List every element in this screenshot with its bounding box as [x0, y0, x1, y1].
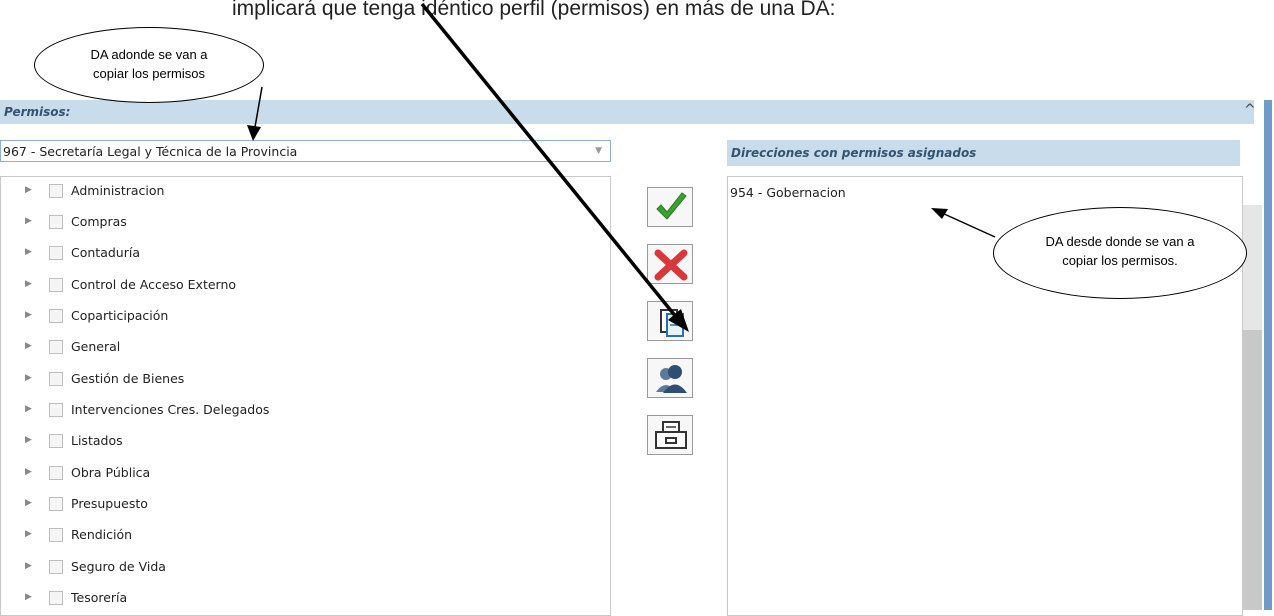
da-select-value: 967 - Secretaría Legal y Técnica de la P…: [3, 144, 298, 159]
expand-arrow-icon[interactable]: ▶: [25, 529, 32, 539]
permissions-tree: ▶ Administracion ▶ Compras ▶ Contaduría …: [0, 176, 611, 616]
tree-item[interactable]: ▶ Presupuesto: [1, 490, 601, 520]
expand-arrow-icon[interactable]: ▶: [25, 435, 32, 445]
tree-item-label: Gestión de Bienes: [71, 371, 185, 386]
expand-arrow-icon[interactable]: ▶: [25, 310, 32, 320]
checkbox[interactable]: [49, 215, 63, 229]
scroll-up-icon[interactable]: ^: [1244, 102, 1256, 118]
copy-permissions-button[interactable]: [647, 301, 693, 341]
checkbox[interactable]: [49, 560, 63, 574]
tree-item-label: Presupuesto: [71, 496, 148, 511]
left-callout-line2: copiar los permisos: [93, 66, 205, 81]
expand-arrow-icon[interactable]: ▶: [25, 279, 32, 289]
assigned-directions-title: Direcciones con permisos asignados: [731, 146, 977, 160]
tree-item-label: Listados: [71, 433, 123, 448]
tree-item[interactable]: ▶ Administracion: [1, 177, 601, 207]
tree-item[interactable]: ▶ Gestión de Bienes: [1, 365, 601, 395]
checkbox[interactable]: [49, 591, 63, 605]
tree-item-label: Control de Acceso Externo: [71, 277, 237, 292]
checkbox[interactable]: [49, 278, 63, 292]
print-icon: [655, 421, 687, 449]
users-icon: [656, 365, 687, 393]
tree-item[interactable]: ▶ Coparticipación: [1, 302, 601, 332]
chevron-down-icon[interactable]: ▼: [595, 146, 602, 156]
left-callout: DA adonde se van a copiar los permisos: [34, 27, 264, 103]
tree-item-label: Contaduría: [71, 245, 140, 260]
expand-arrow-icon[interactable]: ▶: [25, 592, 32, 602]
checkbox[interactable]: [49, 184, 63, 198]
checkbox[interactable]: [49, 528, 63, 542]
expand-arrow-icon[interactable]: ▶: [25, 373, 32, 383]
checkbox[interactable]: [49, 340, 63, 354]
left-callout-line1: DA adonde se van a: [90, 47, 208, 62]
right-callout-line1: DA desde donde se van a: [1045, 234, 1195, 249]
checkbox[interactable]: [49, 497, 63, 511]
expand-arrow-icon[interactable]: ▶: [25, 498, 32, 508]
expand-arrow-icon[interactable]: ▶: [25, 247, 32, 257]
tree-item-label: Coparticipación: [71, 308, 169, 323]
expand-arrow-icon[interactable]: ▶: [25, 404, 32, 414]
close-icon: [654, 249, 688, 281]
tree-item-label: Tesorería: [71, 590, 128, 605]
checkmark-icon: [656, 192, 687, 220]
right-callout-line2: copiar los permisos.: [1062, 253, 1178, 268]
expand-arrow-icon[interactable]: ▶: [25, 341, 32, 351]
assigned-directions-header: Direcciones con permisos asignados: [727, 140, 1240, 166]
da-select[interactable]: 967 - Secretaría Legal y Técnica de la P…: [0, 140, 611, 162]
scrollbar-thumb[interactable]: [1242, 330, 1262, 610]
expand-arrow-icon[interactable]: ▶: [25, 467, 32, 477]
tree-item[interactable]: ▶ Intervenciones Cres. Delegados: [1, 396, 601, 426]
tree-item[interactable]: ▶ Obra Pública: [1, 459, 601, 489]
tree-item-label: Compras: [71, 214, 127, 229]
tree-item-label: Obra Pública: [71, 465, 151, 480]
list-item[interactable]: 954 - Gobernacion: [730, 185, 846, 200]
confirm-button[interactable]: [647, 187, 693, 227]
delete-button[interactable]: [647, 244, 693, 284]
print-button[interactable]: [647, 415, 693, 455]
permissions-title: Permisos:: [4, 105, 71, 119]
tree-item[interactable]: ▶ General: [1, 333, 601, 363]
expand-arrow-icon[interactable]: ▶: [25, 216, 32, 226]
tree-item-label: Administracion: [71, 183, 165, 198]
checkbox[interactable]: [49, 246, 63, 260]
tree-item[interactable]: ▶ Control de Acceso Externo: [1, 271, 601, 301]
users-button[interactable]: [647, 358, 693, 398]
checkbox[interactable]: [49, 466, 63, 480]
right-callout: DA desde donde se van a copiar los permi…: [993, 207, 1247, 299]
checkbox[interactable]: [49, 403, 63, 417]
checkbox[interactable]: [49, 372, 63, 386]
tree-item-label: General: [71, 339, 121, 354]
copy-document-icon: [660, 309, 684, 337]
tree-item[interactable]: ▶ Compras: [1, 208, 601, 238]
tree-item[interactable]: ▶ Listados: [1, 427, 601, 457]
checkbox[interactable]: [49, 434, 63, 448]
tree-item[interactable]: ▶ Rendición: [1, 521, 601, 551]
document-text-line: implicará que tenga idéntico perfil (per…: [232, 0, 836, 20]
tree-item-label: Rendición: [71, 527, 133, 542]
tree-item[interactable]: ▶ Seguro de Vida: [1, 553, 601, 583]
expand-arrow-icon[interactable]: ▶: [25, 561, 32, 571]
window-edge: [1264, 100, 1272, 610]
checkbox[interactable]: [49, 309, 63, 323]
tree-item-label: Seguro de Vida: [71, 559, 166, 574]
tree-item[interactable]: ▶ Contaduría: [1, 239, 601, 269]
permissions-panel-header: Permisos:: [0, 100, 1254, 124]
tree-item-label: Intervenciones Cres. Delegados: [71, 402, 270, 417]
expand-arrow-icon[interactable]: ▶: [25, 185, 32, 195]
